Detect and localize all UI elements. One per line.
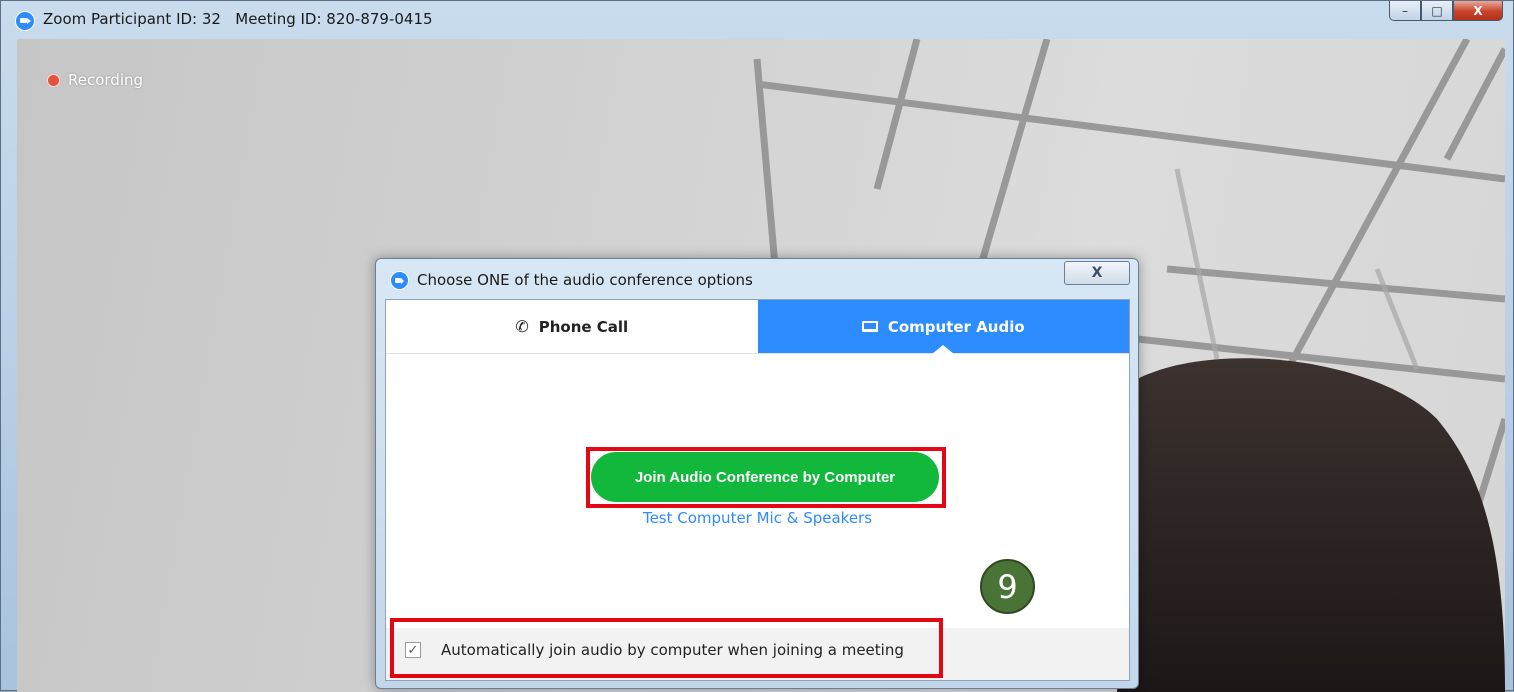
recording-dot-icon bbox=[47, 73, 60, 87]
recording-indicator: Recording bbox=[47, 71, 143, 89]
recording-label: Recording bbox=[68, 71, 144, 89]
test-mic-speakers-link[interactable]: Test Computer Mic & Speakers bbox=[386, 509, 1129, 527]
step-number-badge: 9 bbox=[980, 559, 1035, 614]
window-titlebar[interactable]: Zoom Participant ID: 32 Meeting ID: 820-… bbox=[1, 1, 1513, 39]
maximize-button[interactable]: □ bbox=[1421, 1, 1453, 21]
tab-computer-audio[interactable]: Computer Audio bbox=[757, 300, 1129, 353]
zoom-logo-icon bbox=[15, 11, 35, 31]
close-button[interactable]: X bbox=[1453, 1, 1503, 21]
phone-icon: ✆ bbox=[515, 316, 529, 336]
dialog-title: Choose ONE of the audio conference optio… bbox=[417, 271, 753, 289]
window-controls: – □ X bbox=[1389, 1, 1503, 23]
minimize-button[interactable]: – bbox=[1389, 1, 1421, 21]
tab-label: Phone Call bbox=[538, 317, 629, 336]
zoom-window: Zoom Participant ID: 32 Meeting ID: 820-… bbox=[0, 0, 1514, 692]
auto-join-checkbox[interactable]: ✓ bbox=[405, 642, 421, 658]
zoom-logo-icon bbox=[390, 271, 409, 290]
tab-label: Computer Audio bbox=[887, 317, 1025, 336]
dialog-body: ✆ Phone Call Computer Audio Join Audio C… bbox=[385, 299, 1130, 681]
join-audio-button[interactable]: Join Audio Conference by Computer bbox=[591, 452, 939, 502]
audio-tabs: ✆ Phone Call Computer Audio bbox=[386, 300, 1129, 354]
window-title: Zoom Participant ID: 32 Meeting ID: 820-… bbox=[43, 10, 433, 28]
dialog-close-button[interactable]: X bbox=[1064, 261, 1130, 285]
tab-phone-call[interactable]: ✆ Phone Call bbox=[386, 300, 758, 353]
laptop-icon bbox=[861, 321, 878, 332]
audio-options-dialog: Choose ONE of the audio conference optio… bbox=[375, 258, 1139, 689]
auto-join-label[interactable]: Automatically join audio by computer whe… bbox=[441, 641, 904, 659]
